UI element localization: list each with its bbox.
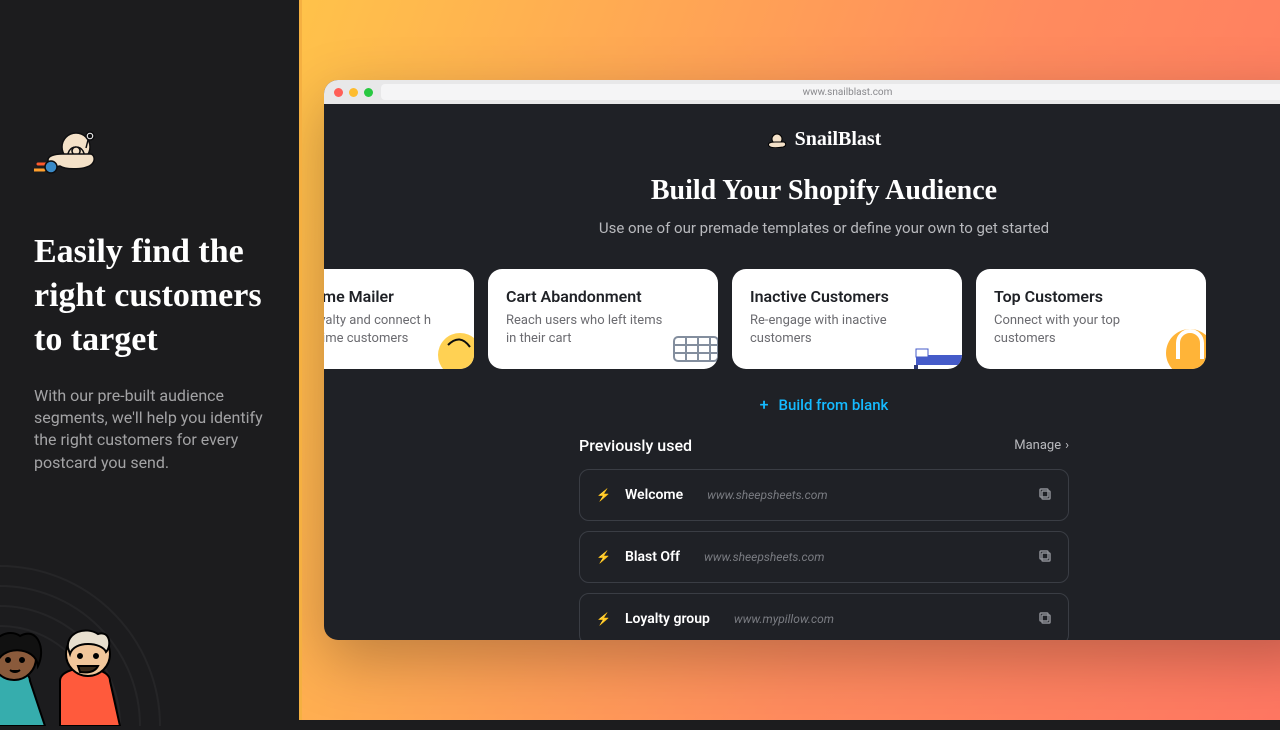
manage-label: Manage — [1014, 438, 1061, 453]
bolt-icon: ⚡ — [596, 550, 611, 564]
template-card-cart[interactable]: Cart Abandonment Reach users who left it… — [488, 269, 718, 369]
previous-item-url: www.sheepsheets.com — [704, 550, 1024, 564]
previous-item-name: Blast Off — [625, 549, 680, 565]
build-blank-label: Build from blank — [779, 396, 889, 414]
template-desc: Reach users who left items in their cart — [506, 312, 666, 347]
previous-item-url: www.mypillow.com — [734, 612, 1024, 626]
window-maximize-icon[interactable] — [364, 88, 373, 97]
url-text: www.snailblast.com — [803, 87, 893, 98]
wave-hand-icon — [430, 325, 474, 369]
template-title: Top Customers — [994, 287, 1188, 306]
left-pane: Easily find the right customers to targe… — [0, 0, 302, 720]
template-title: elcome Mailer — [324, 287, 456, 306]
copy-icon[interactable] — [1038, 486, 1052, 505]
template-card-top[interactable]: Top Customers Connect with your top cust… — [976, 269, 1206, 369]
template-card-welcome[interactable]: elcome Mailer ild loyalty and connect h … — [324, 269, 474, 369]
previous-item[interactable]: ⚡ Welcome www.sheepsheets.com — [579, 469, 1069, 521]
previous-item-url: www.sheepsheets.com — [707, 488, 1024, 502]
previous-item[interactable]: ⚡ Loyalty group www.mypillow.com — [579, 593, 1069, 640]
chevron-right-icon: › — [1065, 438, 1069, 453]
copy-icon[interactable] — [1038, 548, 1052, 567]
template-card-inactive[interactable]: Inactive Customers Re-engage with inacti… — [732, 269, 962, 369]
cart-icon — [668, 331, 718, 369]
previously-used-title: Previously used — [579, 436, 692, 455]
browser-title-bar: www.snailblast.com — [324, 80, 1280, 104]
manage-link[interactable]: Manage › — [1014, 438, 1069, 453]
template-title: Cart Abandonment — [506, 287, 700, 306]
brand-name: SnailBlast — [795, 128, 882, 151]
previous-item-name: Welcome — [625, 487, 683, 503]
people-illustration-icon — [0, 526, 190, 730]
snail-logo-icon — [34, 130, 265, 174]
browser-window: www.snailblast.com SnailBlast Build Your… — [324, 80, 1280, 640]
window-close-icon[interactable] — [334, 88, 343, 97]
template-title: Inactive Customers — [750, 287, 944, 306]
bolt-icon: ⚡ — [596, 612, 611, 626]
template-desc: Re-engage with inactive customers — [750, 312, 910, 347]
templates-row: elcome Mailer ild loyalty and connect h … — [324, 269, 1280, 369]
coin-icon — [1156, 319, 1206, 369]
build-from-blank-button[interactable]: + Build from blank — [324, 395, 1280, 414]
app-subtitle: Use one of our premade templates or defi… — [324, 219, 1280, 237]
copy-icon[interactable] — [1038, 610, 1052, 629]
sleep-icon — [912, 335, 962, 369]
bolt-icon: ⚡ — [596, 488, 611, 502]
left-heading: Easily find the right customers to targe… — [34, 230, 265, 363]
right-pane: www.snailblast.com SnailBlast Build Your… — [302, 0, 1280, 720]
template-desc: Connect with your top customers — [994, 312, 1154, 347]
app-title: Build Your Shopify Audience — [324, 175, 1280, 207]
app-brand: SnailBlast — [324, 128, 1280, 151]
app-area: SnailBlast Build Your Shopify Audience U… — [324, 104, 1280, 640]
previous-item-name: Loyalty group — [625, 611, 710, 627]
window-minimize-icon[interactable] — [349, 88, 358, 97]
previous-item[interactable]: ⚡ Blast Off www.sheepsheets.com — [579, 531, 1069, 583]
url-bar[interactable]: www.snailblast.com — [381, 84, 1280, 100]
previously-used-section: Previously used Manage › ⚡ Welcome www.s… — [579, 436, 1069, 640]
plus-icon: + — [760, 395, 769, 414]
left-body: With our pre-built audience segments, we… — [34, 385, 265, 475]
snail-small-icon — [767, 132, 789, 148]
